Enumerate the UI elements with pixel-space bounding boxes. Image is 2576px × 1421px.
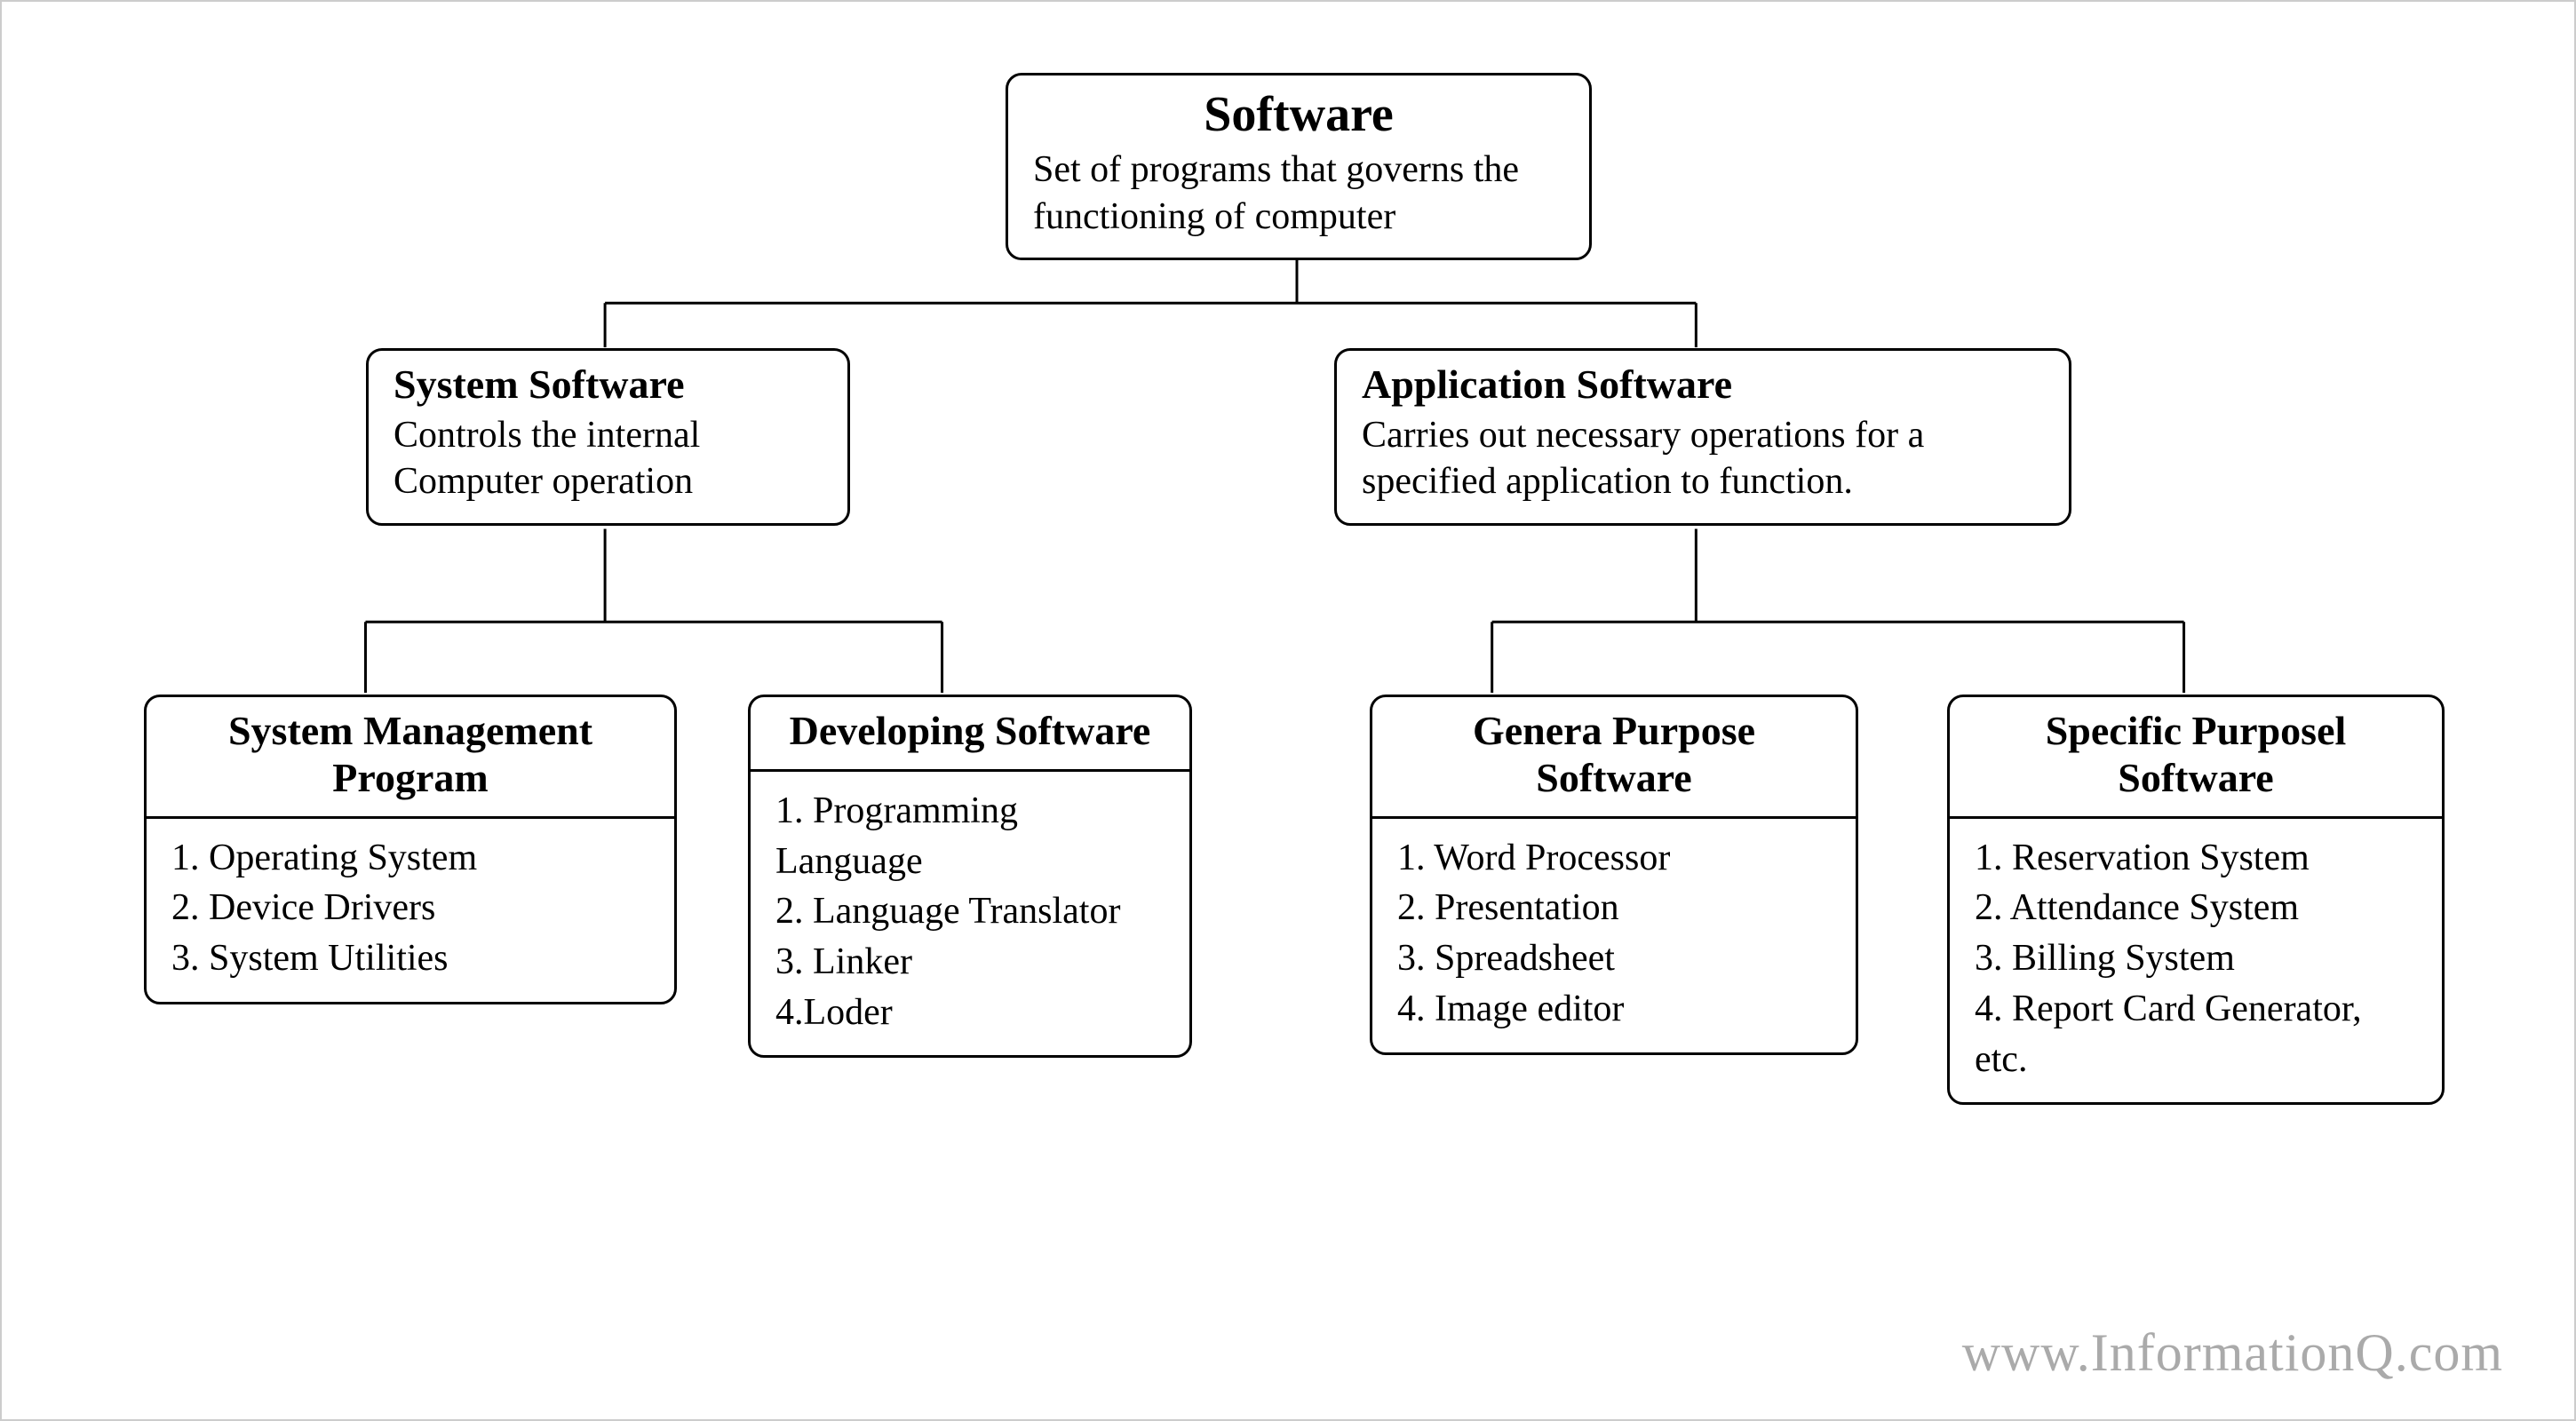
node-gen-items: 1. Word Processor2. Presentation3. Sprea… (1397, 833, 1831, 1035)
divider (147, 816, 674, 819)
node-smp-items: 1. Operating System2. Device Drivers3. S… (171, 833, 649, 984)
node-system-management-program: System Management Program 1. Operating S… (144, 695, 677, 1004)
divider (1950, 816, 2442, 819)
node-spec-items: 1. Reservation System2. Attendance Syste… (1975, 833, 2417, 1084)
watermark: www.InformationQ.com (1962, 1322, 2503, 1384)
node-application-software-subtitle: Carries out necessary operations for a s… (1362, 412, 2044, 505)
node-developing-software: Developing Software 1. Programming Langu… (748, 695, 1192, 1058)
node-software-subtitle: Set of programs that governs the functio… (1033, 147, 1564, 240)
node-gen-title: Genera Purpose Software (1397, 708, 1831, 802)
node-system-software-title: System Software (394, 361, 823, 409)
node-dev-items: 1. Programming Language2. Language Trans… (775, 786, 1165, 1037)
node-general-purpose-software: Genera Purpose Software 1. Word Processo… (1370, 695, 1858, 1055)
node-system-software-subtitle: Controls the internal Computer operation (394, 412, 823, 505)
divider (1372, 816, 1856, 819)
node-application-software: Application Software Carries out necessa… (1334, 348, 2071, 526)
node-application-software-title: Application Software (1362, 361, 2044, 409)
node-software-title: Software (1033, 86, 1564, 143)
node-specific-purpose-software: Specific Purposel Software 1. Reservatio… (1947, 695, 2445, 1105)
diagram-canvas: Software Set of programs that governs th… (37, 37, 2539, 1384)
node-system-software: System Software Controls the internal Co… (366, 348, 850, 526)
divider (751, 769, 1189, 772)
node-smp-title: System Management Program (171, 708, 649, 802)
node-dev-title: Developing Software (775, 708, 1165, 755)
node-software: Software Set of programs that governs th… (1006, 73, 1592, 260)
node-spec-title: Specific Purposel Software (1975, 708, 2417, 802)
